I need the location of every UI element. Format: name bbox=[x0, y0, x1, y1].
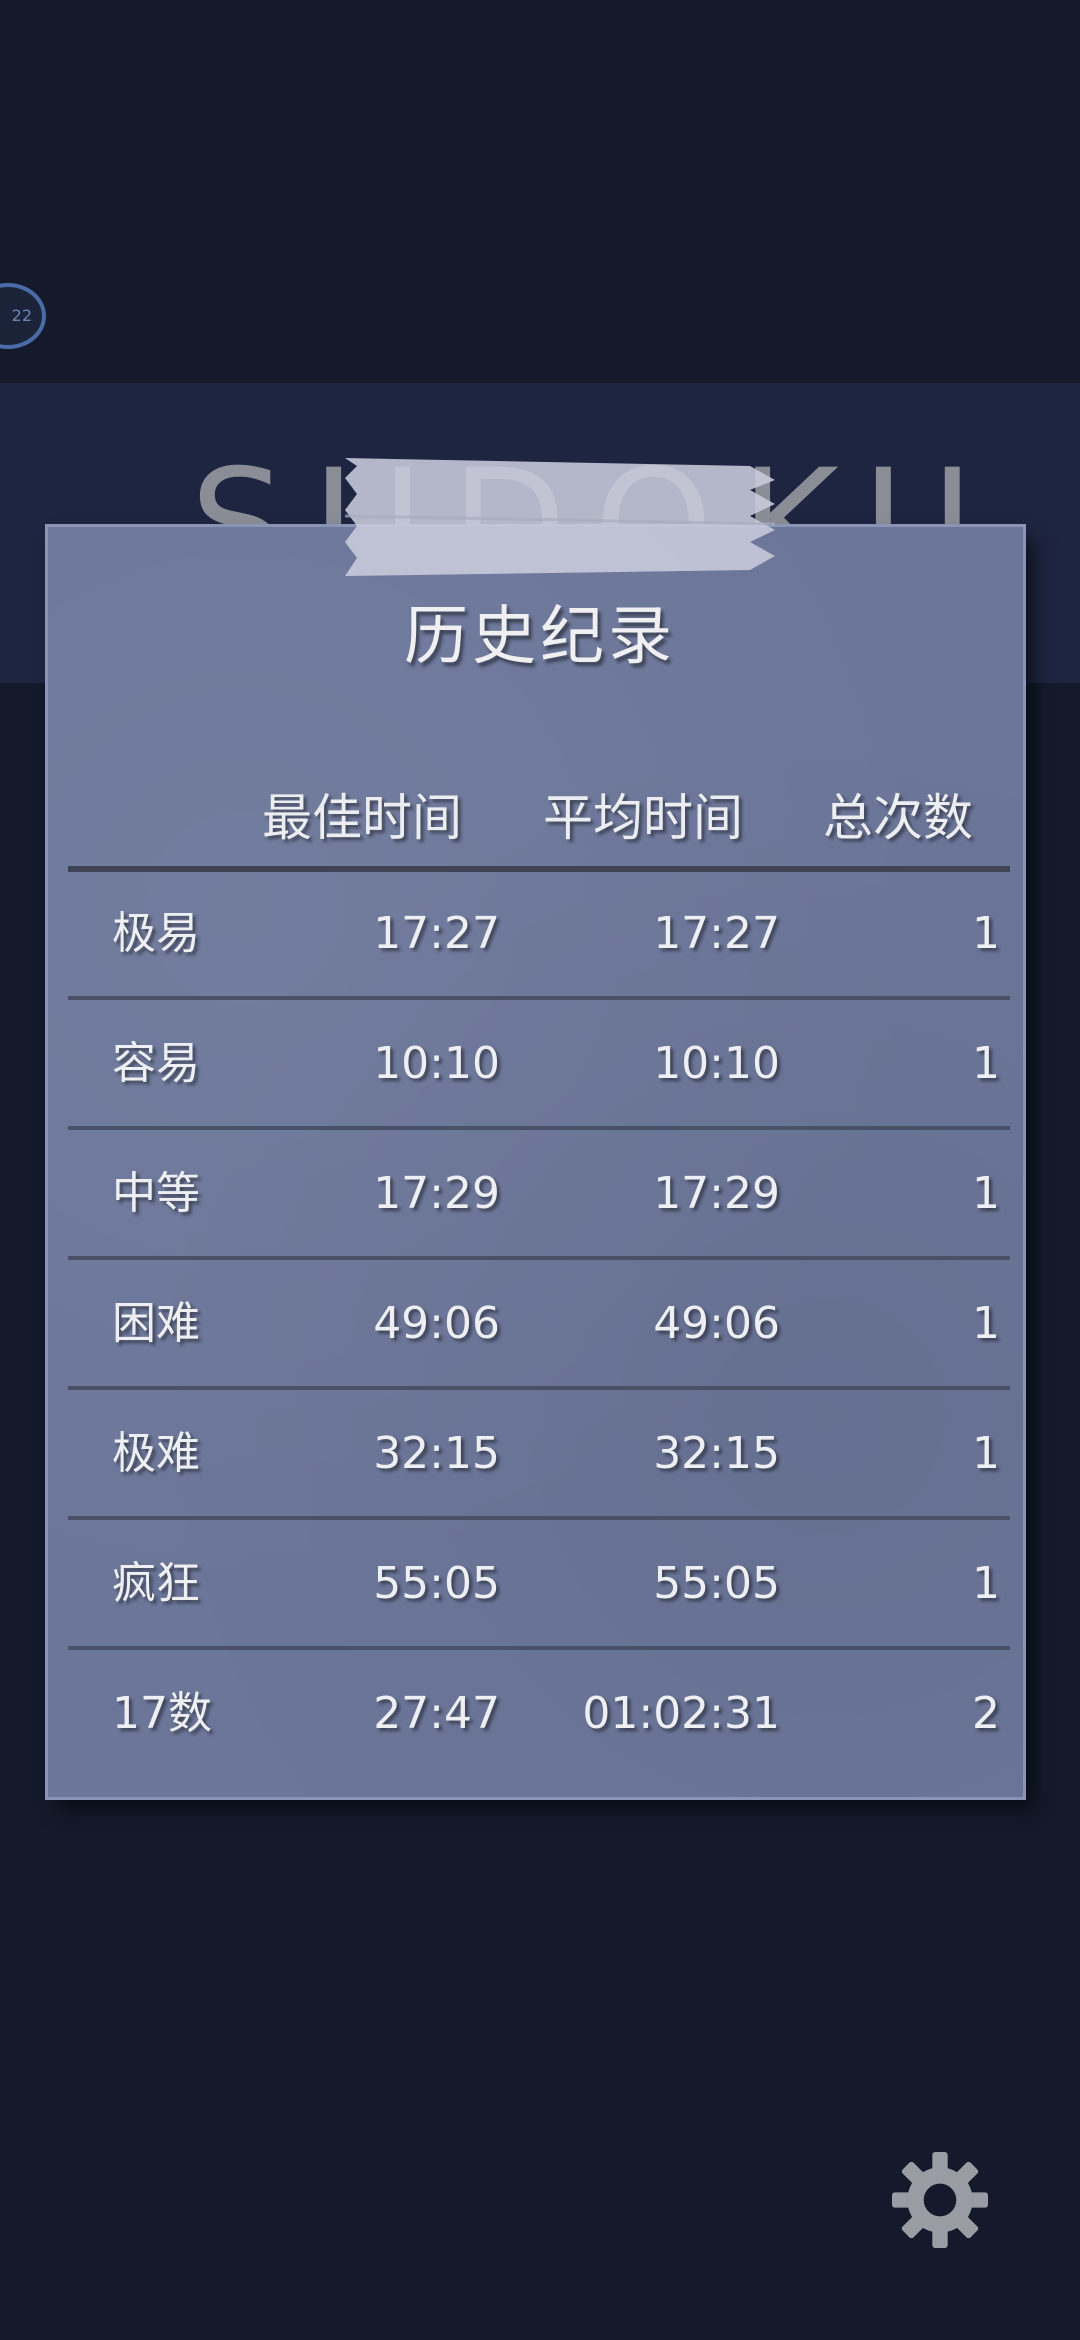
row-name: 极难 bbox=[112, 1428, 200, 1479]
row-best-time: 49:06 bbox=[373, 1298, 500, 1349]
row-average-time: 17:29 bbox=[653, 1168, 780, 1219]
header-total-count: 总次数 bbox=[823, 789, 973, 847]
row-best-time: 17:27 bbox=[373, 908, 500, 959]
tape-icon bbox=[345, 458, 775, 576]
level-badge[interactable]: 22 bbox=[0, 283, 46, 349]
row-count: 1 bbox=[972, 908, 1000, 959]
row-best-time: 10:10 bbox=[373, 1038, 500, 1089]
row-name: 中等 bbox=[112, 1168, 200, 1219]
row-name: 17数 bbox=[112, 1688, 212, 1739]
row-average-time: 01:02:31 bbox=[582, 1688, 780, 1739]
row-best-time: 32:15 bbox=[373, 1428, 500, 1479]
row-divider bbox=[68, 1516, 1010, 1520]
gear-icon[interactable] bbox=[892, 2152, 988, 2248]
header-best-time: 最佳时间 bbox=[262, 789, 462, 847]
row-count: 1 bbox=[972, 1428, 1000, 1479]
row-best-time: 27:47 bbox=[373, 1688, 500, 1739]
row-average-time: 55:05 bbox=[653, 1558, 780, 1609]
row-divider bbox=[68, 1126, 1010, 1130]
row-average-time: 49:06 bbox=[653, 1298, 780, 1349]
row-count: 1 bbox=[972, 1298, 1000, 1349]
row-best-time: 55:05 bbox=[373, 1558, 500, 1609]
app-screen: SUDOKU 22 历史纪录 最佳时间 平均时间 总次数 极易17:2717:2… bbox=[0, 0, 1080, 2340]
row-name: 极易 bbox=[112, 908, 200, 959]
row-divider bbox=[68, 1386, 1010, 1390]
row-name: 疯狂 bbox=[112, 1558, 200, 1609]
row-count: 1 bbox=[972, 1558, 1000, 1609]
dialog-title: 历史纪录 bbox=[404, 600, 676, 674]
row-count: 2 bbox=[972, 1688, 1000, 1739]
row-divider bbox=[68, 996, 1010, 1000]
row-average-time: 17:27 bbox=[653, 908, 780, 959]
header-average-time: 平均时间 bbox=[543, 789, 743, 847]
header-divider bbox=[68, 866, 1010, 872]
row-average-time: 10:10 bbox=[653, 1038, 780, 1089]
row-name: 容易 bbox=[112, 1038, 200, 1089]
row-average-time: 32:15 bbox=[653, 1428, 780, 1479]
row-divider bbox=[68, 1256, 1010, 1260]
row-count: 1 bbox=[972, 1168, 1000, 1219]
row-divider bbox=[68, 1646, 1010, 1650]
row-count: 1 bbox=[972, 1038, 1000, 1089]
row-name: 困难 bbox=[112, 1298, 200, 1349]
row-best-time: 17:29 bbox=[373, 1168, 500, 1219]
